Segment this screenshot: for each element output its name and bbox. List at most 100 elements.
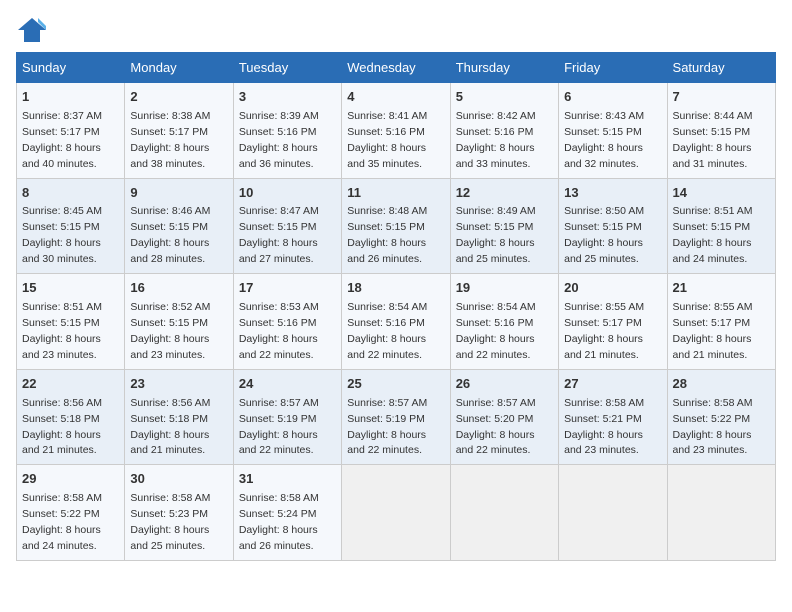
- weekday-monday: Monday: [125, 53, 233, 83]
- day-daylight: Daylight: 8 hours and 21 minutes.: [564, 333, 643, 361]
- day-cell: 4 Sunrise: 8:41 AM Sunset: 5:16 PM Dayli…: [342, 83, 450, 179]
- day-cell: 29 Sunrise: 8:58 AM Sunset: 5:22 PM Dayl…: [17, 465, 125, 561]
- day-cell: 16 Sunrise: 8:52 AM Sunset: 5:15 PM Dayl…: [125, 274, 233, 370]
- day-sunset: Sunset: 5:15 PM: [22, 317, 100, 329]
- logo: [16, 16, 50, 44]
- day-cell: 30 Sunrise: 8:58 AM Sunset: 5:23 PM Dayl…: [125, 465, 233, 561]
- day-sunrise: Sunrise: 8:48 AM: [347, 205, 427, 217]
- day-number: 31: [239, 470, 336, 489]
- day-daylight: Daylight: 8 hours and 38 minutes.: [130, 142, 209, 170]
- day-daylight: Daylight: 8 hours and 25 minutes.: [564, 237, 643, 265]
- day-sunset: Sunset: 5:15 PM: [130, 317, 208, 329]
- day-daylight: Daylight: 8 hours and 25 minutes.: [456, 237, 535, 265]
- week-row-4: 22 Sunrise: 8:56 AM Sunset: 5:18 PM Dayl…: [17, 369, 776, 465]
- day-sunset: Sunset: 5:17 PM: [673, 317, 751, 329]
- day-sunrise: Sunrise: 8:45 AM: [22, 205, 102, 217]
- day-cell: 19 Sunrise: 8:54 AM Sunset: 5:16 PM Dayl…: [450, 274, 558, 370]
- day-cell: 21 Sunrise: 8:55 AM Sunset: 5:17 PM Dayl…: [667, 274, 775, 370]
- day-number: 9: [130, 184, 227, 203]
- day-sunrise: Sunrise: 8:55 AM: [564, 301, 644, 313]
- day-sunset: Sunset: 5:15 PM: [673, 126, 751, 138]
- day-sunset: Sunset: 5:17 PM: [22, 126, 100, 138]
- day-cell: 12 Sunrise: 8:49 AM Sunset: 5:15 PM Dayl…: [450, 178, 558, 274]
- day-cell: 7 Sunrise: 8:44 AM Sunset: 5:15 PM Dayli…: [667, 83, 775, 179]
- day-sunrise: Sunrise: 8:54 AM: [456, 301, 536, 313]
- day-sunrise: Sunrise: 8:41 AM: [347, 110, 427, 122]
- day-cell: 10 Sunrise: 8:47 AM Sunset: 5:15 PM Dayl…: [233, 178, 341, 274]
- day-sunset: Sunset: 5:19 PM: [347, 413, 425, 425]
- day-sunrise: Sunrise: 8:55 AM: [673, 301, 753, 313]
- day-sunset: Sunset: 5:18 PM: [130, 413, 208, 425]
- page-header: [16, 16, 776, 44]
- day-daylight: Daylight: 8 hours and 23 minutes.: [564, 429, 643, 457]
- day-number: 26: [456, 375, 553, 394]
- day-number: 13: [564, 184, 661, 203]
- day-sunset: Sunset: 5:16 PM: [456, 317, 534, 329]
- day-number: 16: [130, 279, 227, 298]
- day-sunset: Sunset: 5:20 PM: [456, 413, 534, 425]
- day-sunrise: Sunrise: 8:51 AM: [22, 301, 102, 313]
- day-sunset: Sunset: 5:18 PM: [22, 413, 100, 425]
- day-daylight: Daylight: 8 hours and 22 minutes.: [456, 429, 535, 457]
- day-sunset: Sunset: 5:15 PM: [239, 221, 317, 233]
- day-daylight: Daylight: 8 hours and 24 minutes.: [22, 524, 101, 552]
- day-cell: [342, 465, 450, 561]
- day-number: 27: [564, 375, 661, 394]
- day-sunrise: Sunrise: 8:51 AM: [673, 205, 753, 217]
- day-sunset: Sunset: 5:16 PM: [239, 317, 317, 329]
- day-cell: 11 Sunrise: 8:48 AM Sunset: 5:15 PM Dayl…: [342, 178, 450, 274]
- day-sunset: Sunset: 5:15 PM: [456, 221, 534, 233]
- day-cell: 26 Sunrise: 8:57 AM Sunset: 5:20 PM Dayl…: [450, 369, 558, 465]
- day-daylight: Daylight: 8 hours and 21 minutes.: [673, 333, 752, 361]
- day-cell: 31 Sunrise: 8:58 AM Sunset: 5:24 PM Dayl…: [233, 465, 341, 561]
- day-number: 4: [347, 88, 444, 107]
- day-sunrise: Sunrise: 8:58 AM: [564, 397, 644, 409]
- day-number: 30: [130, 470, 227, 489]
- day-sunrise: Sunrise: 8:58 AM: [673, 397, 753, 409]
- day-sunset: Sunset: 5:15 PM: [564, 126, 642, 138]
- week-row-3: 15 Sunrise: 8:51 AM Sunset: 5:15 PM Dayl…: [17, 274, 776, 370]
- day-sunrise: Sunrise: 8:54 AM: [347, 301, 427, 313]
- day-daylight: Daylight: 8 hours and 22 minutes.: [456, 333, 535, 361]
- day-number: 18: [347, 279, 444, 298]
- day-sunrise: Sunrise: 8:37 AM: [22, 110, 102, 122]
- day-daylight: Daylight: 8 hours and 40 minutes.: [22, 142, 101, 170]
- day-cell: 5 Sunrise: 8:42 AM Sunset: 5:16 PM Dayli…: [450, 83, 558, 179]
- day-daylight: Daylight: 8 hours and 23 minutes.: [22, 333, 101, 361]
- day-sunset: Sunset: 5:16 PM: [239, 126, 317, 138]
- day-number: 7: [673, 88, 770, 107]
- day-sunrise: Sunrise: 8:57 AM: [239, 397, 319, 409]
- day-sunrise: Sunrise: 8:57 AM: [456, 397, 536, 409]
- day-sunrise: Sunrise: 8:38 AM: [130, 110, 210, 122]
- day-daylight: Daylight: 8 hours and 33 minutes.: [456, 142, 535, 170]
- day-sunrise: Sunrise: 8:58 AM: [239, 492, 319, 504]
- day-sunset: Sunset: 5:23 PM: [130, 508, 208, 520]
- day-cell: 9 Sunrise: 8:46 AM Sunset: 5:15 PM Dayli…: [125, 178, 233, 274]
- day-daylight: Daylight: 8 hours and 31 minutes.: [673, 142, 752, 170]
- day-cell: 6 Sunrise: 8:43 AM Sunset: 5:15 PM Dayli…: [559, 83, 667, 179]
- day-sunrise: Sunrise: 8:44 AM: [673, 110, 753, 122]
- day-sunset: Sunset: 5:15 PM: [22, 221, 100, 233]
- day-daylight: Daylight: 8 hours and 22 minutes.: [239, 429, 318, 457]
- day-sunset: Sunset: 5:15 PM: [130, 221, 208, 233]
- day-sunrise: Sunrise: 8:53 AM: [239, 301, 319, 313]
- weekday-saturday: Saturday: [667, 53, 775, 83]
- day-number: 23: [130, 375, 227, 394]
- day-number: 5: [456, 88, 553, 107]
- day-number: 1: [22, 88, 119, 107]
- day-number: 19: [456, 279, 553, 298]
- day-sunset: Sunset: 5:17 PM: [564, 317, 642, 329]
- day-daylight: Daylight: 8 hours and 28 minutes.: [130, 237, 209, 265]
- week-row-1: 1 Sunrise: 8:37 AM Sunset: 5:17 PM Dayli…: [17, 83, 776, 179]
- day-number: 22: [22, 375, 119, 394]
- day-sunset: Sunset: 5:16 PM: [347, 317, 425, 329]
- day-daylight: Daylight: 8 hours and 21 minutes.: [22, 429, 101, 457]
- day-cell: 25 Sunrise: 8:57 AM Sunset: 5:19 PM Dayl…: [342, 369, 450, 465]
- day-sunrise: Sunrise: 8:56 AM: [22, 397, 102, 409]
- day-daylight: Daylight: 8 hours and 26 minutes.: [239, 524, 318, 552]
- day-sunrise: Sunrise: 8:57 AM: [347, 397, 427, 409]
- day-daylight: Daylight: 8 hours and 22 minutes.: [347, 333, 426, 361]
- day-daylight: Daylight: 8 hours and 24 minutes.: [673, 237, 752, 265]
- day-sunrise: Sunrise: 8:58 AM: [22, 492, 102, 504]
- day-cell: 17 Sunrise: 8:53 AM Sunset: 5:16 PM Dayl…: [233, 274, 341, 370]
